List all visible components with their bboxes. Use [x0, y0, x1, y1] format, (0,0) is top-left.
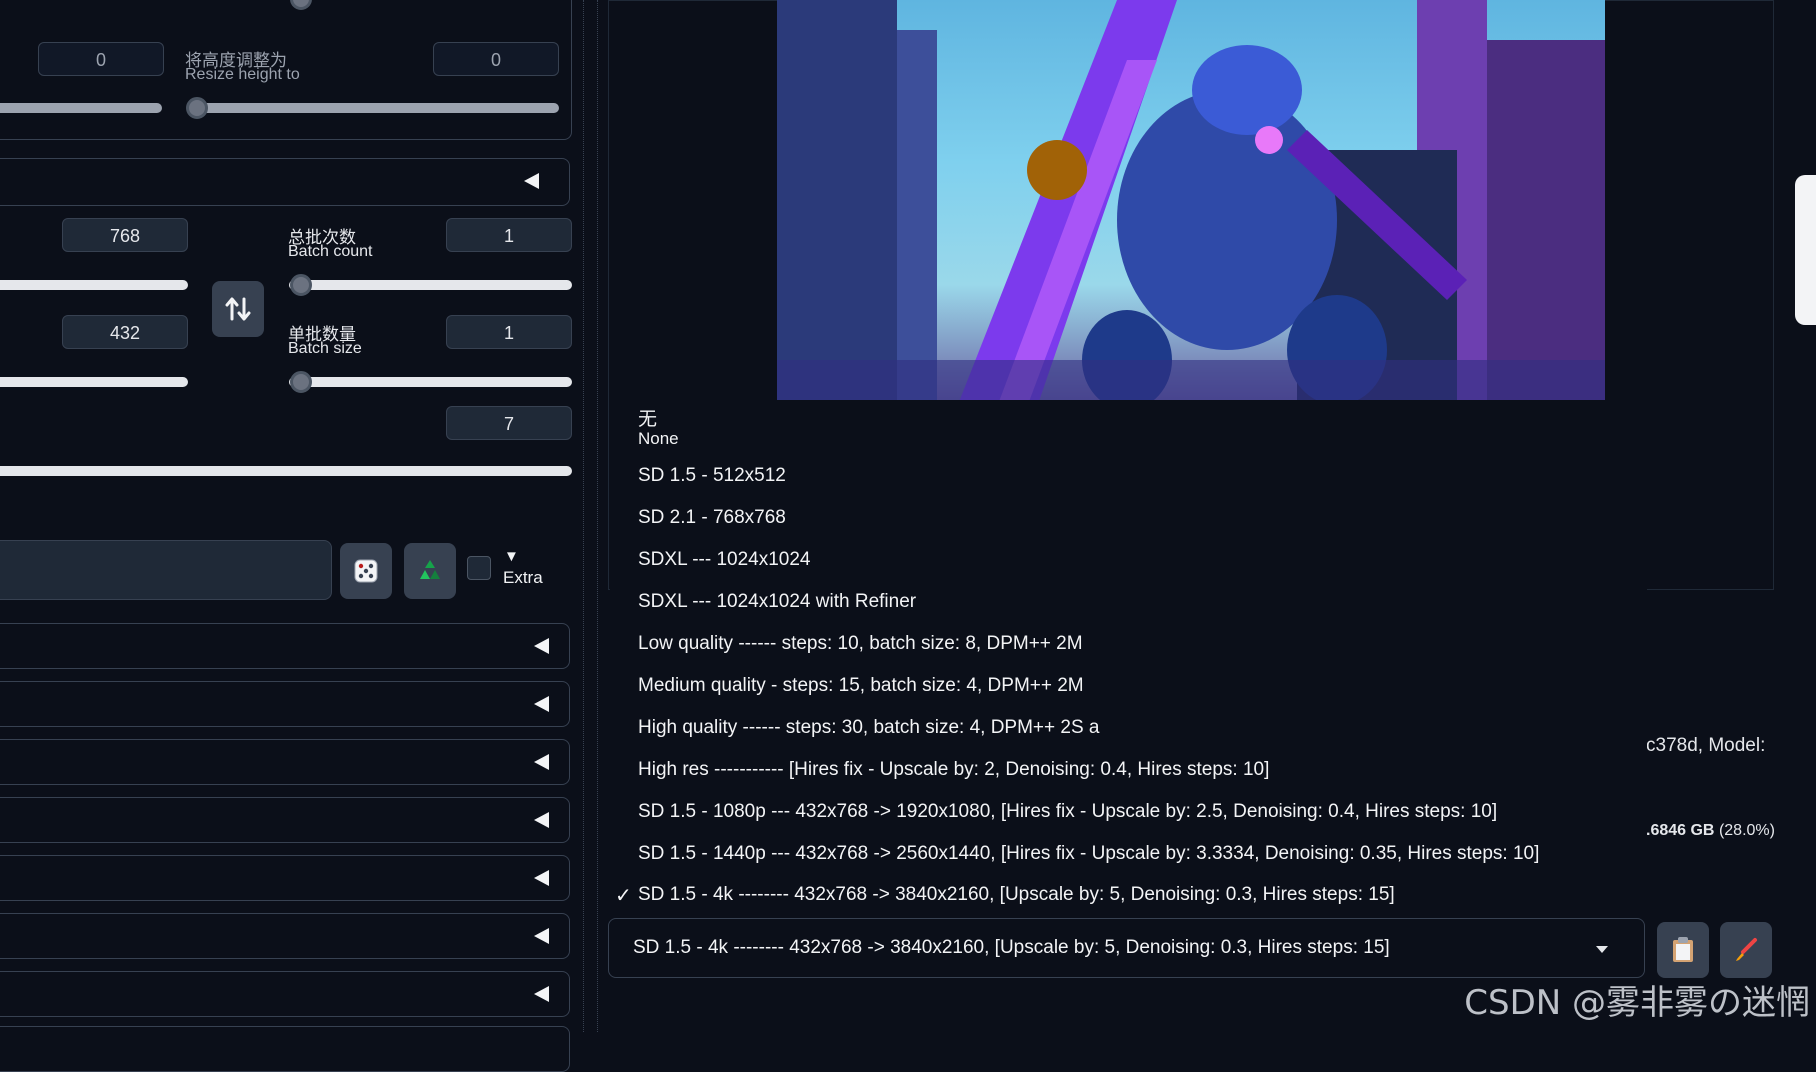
batch-count-label-en: Batch count [288, 243, 373, 260]
hires-accordion[interactable] [0, 158, 570, 206]
width-slider[interactable] [0, 280, 188, 290]
edge-side-widget[interactable] [1795, 175, 1816, 325]
dropdown-option[interactable]: SD 1.5 - 1440p --- 432x768 -> 2560x1440,… [638, 843, 1539, 865]
generation-info-model: c378d, Model: [1646, 735, 1766, 756]
accordion-6[interactable] [0, 913, 570, 959]
collapse-triangle-icon [534, 928, 549, 944]
height-input[interactable]: 432 [62, 315, 188, 349]
extra-checkbox[interactable] [467, 556, 491, 580]
watermark: CSDN @雾非雾の迷惘 [1464, 983, 1810, 1023]
dropdown-option[interactable]: SDXL --- 1024x1024 [638, 549, 811, 571]
accordion-1[interactable] [0, 623, 570, 669]
option-label-cn: 无 [638, 409, 658, 430]
resize-height-slider[interactable] [187, 103, 559, 113]
paintbrush-icon [1736, 938, 1757, 961]
generated-image[interactable] [777, 0, 1605, 407]
dropdown-option[interactable]: SD 1.5 - 1080p --- 432x768 -> 1920x1080,… [638, 801, 1497, 823]
random-seed-button[interactable] [340, 543, 392, 599]
height-slider[interactable] [0, 377, 188, 387]
batch-count-slider[interactable] [289, 280, 572, 290]
width-input[interactable]: 768 [62, 218, 188, 252]
resize-width-slider[interactable] [0, 103, 162, 113]
vram-percent: (28.0%) [1718, 822, 1775, 839]
cfg-scale-input[interactable]: 7 [446, 406, 572, 440]
collapse-triangle-icon [534, 754, 549, 770]
accordion-3[interactable] [0, 739, 570, 785]
paste-style-button[interactable] [1657, 922, 1709, 978]
dropdown-option[interactable]: Medium quality - steps: 15, batch size: … [638, 675, 1084, 697]
column-divider [583, 0, 584, 1032]
collapse-triangle-icon [534, 812, 549, 828]
collapse-triangle-icon [534, 870, 549, 886]
swap-vertical-icon [225, 297, 251, 321]
swap-dimensions-button[interactable] [212, 281, 264, 337]
dropdown-option[interactable]: SDXL --- 1024x1024 with Refiner [638, 591, 916, 613]
resize-height-label-en: Resize height to [185, 66, 300, 83]
dropdown-option[interactable]: SD 2.1 - 768x768 [638, 507, 786, 529]
accordion-4[interactable] [0, 797, 570, 843]
dropdown-option[interactable]: Low quality ------ steps: 10, batch size… [638, 633, 1083, 655]
batch-size-label-en: Batch size [288, 340, 362, 357]
styles-dropdown-list: 无 None SD 1.5 - 512x512 SD 2.1 - 768x768… [610, 400, 1647, 875]
dropdown-option[interactable]: High quality ------ steps: 30, batch siz… [638, 717, 1099, 739]
recycle-icon [420, 560, 440, 579]
batch-size-input[interactable]: 1 [446, 315, 572, 349]
dropdown-option[interactable]: SD 1.5 - 512x512 [638, 465, 786, 487]
styles-select-value[interactable]: SD 1.5 - 4k -------- 432x768 -> 3840x216… [633, 937, 1390, 959]
collapse-triangle-icon [534, 638, 549, 654]
accordion-7[interactable] [0, 971, 570, 1017]
check-icon: ✓ [615, 885, 632, 907]
accordion-8[interactable] [0, 1026, 570, 1072]
resize-height-input[interactable]: 0 [433, 42, 559, 76]
vram-value: .6846 GB [1646, 822, 1715, 839]
collapse-triangle-icon [534, 986, 549, 1002]
clear-style-button[interactable] [1720, 922, 1772, 978]
batch-size-slider-thumb[interactable] [290, 371, 312, 393]
batch-count-input[interactable]: 1 [446, 218, 572, 252]
option-label-en: None [638, 429, 679, 448]
mecha-artwork-image [777, 0, 1605, 407]
collapse-triangle-icon [534, 696, 549, 712]
dropdown-option-none[interactable]: 无 None [638, 410, 679, 448]
batch-size-slider[interactable] [289, 377, 572, 387]
collapse-triangle-icon [524, 173, 539, 189]
seed-input[interactable] [0, 540, 332, 600]
vram-usage: .6846 GB (28.0%) [1646, 822, 1775, 840]
chevron-down-icon[interactable] [1596, 946, 1608, 953]
dropdown-option-selected[interactable]: SD 1.5 - 4k -------- 432x768 -> 3840x216… [638, 884, 1395, 906]
accordion-2[interactable] [0, 681, 570, 727]
dice-icon [354, 559, 378, 583]
extra-arrow-icon: ▼ [504, 548, 519, 565]
batch-count-slider-thumb[interactable] [290, 274, 312, 296]
resize-width-input[interactable]: 0 [38, 42, 164, 76]
cfg-scale-slider[interactable] [0, 466, 572, 476]
resize-height-slider-thumb[interactable] [186, 97, 208, 119]
styles-select[interactable]: SD 1.5 - 4k -------- 432x768 -> 3840x216… [608, 918, 1645, 978]
dropdown-option[interactable]: High res ----------- [Hires fix - Upscal… [638, 759, 1269, 781]
clipboard-icon [1673, 937, 1693, 962]
extra-label[interactable]: Extra [503, 568, 543, 588]
accordion-5[interactable] [0, 855, 570, 901]
reuse-seed-button[interactable] [404, 543, 456, 599]
column-divider [597, 0, 598, 1032]
